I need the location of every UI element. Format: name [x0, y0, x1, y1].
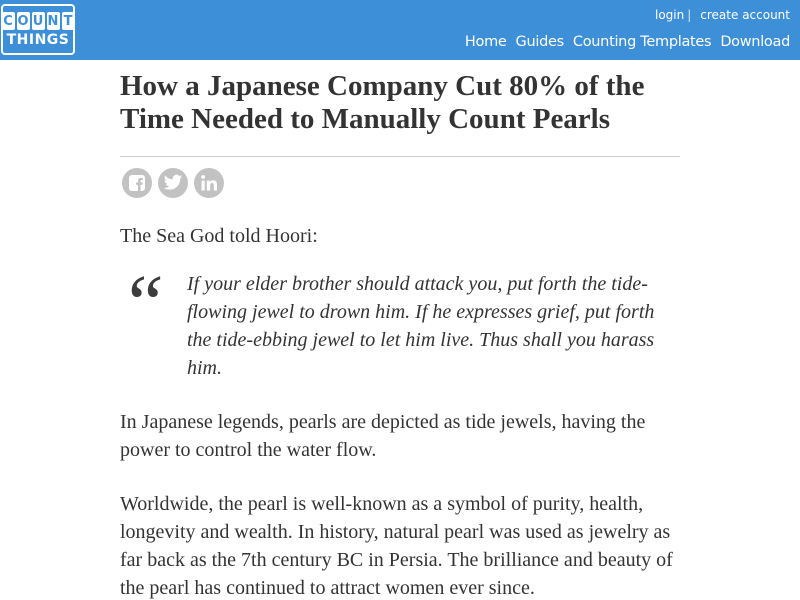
- logo-letter: C: [1, 12, 15, 30]
- nav-counting-templates[interactable]: Counting Templates: [573, 34, 712, 50]
- nav-home[interactable]: Home: [465, 34, 507, 50]
- main-nav: Home Guides Counting Templates Download: [465, 34, 790, 50]
- facebook-share-button[interactable]: [122, 168, 152, 198]
- logo-things-text: THINGS: [6, 32, 70, 48]
- account-links: login | create account: [655, 8, 790, 22]
- quote-mark-icon: “: [120, 260, 165, 348]
- logo-letter: U: [31, 12, 45, 30]
- twitter-icon: [163, 174, 183, 190]
- article-paragraph: In Japanese legends, pearls are depicted…: [120, 411, 646, 461]
- login-link[interactable]: login: [655, 8, 684, 22]
- linkedin-share-button[interactable]: [194, 168, 224, 198]
- site-header: C O U N T THINGS login | create account …: [0, 0, 800, 60]
- create-account-link[interactable]: create account: [700, 8, 790, 22]
- article: How a Japanese Company Cut 80% of the Ti…: [120, 70, 680, 600]
- twitter-share-button[interactable]: [158, 168, 188, 198]
- intro-paragraph: The Sea God told Hoori:: [120, 225, 318, 247]
- share-buttons: [122, 168, 680, 198]
- logo-letter: O: [16, 12, 30, 30]
- title-divider: [120, 156, 680, 157]
- article-title: How a Japanese Company Cut 80% of the Ti…: [120, 70, 645, 135]
- account-separator: |: [687, 8, 692, 22]
- nav-guides[interactable]: Guides: [516, 34, 565, 50]
- linkedin-icon: [201, 175, 217, 191]
- nav-download[interactable]: Download: [720, 34, 790, 50]
- logo-letter-boxes: C O U N T: [1, 12, 75, 30]
- article-paragraph: Worldwide, the pearl is well-known as a …: [120, 493, 673, 599]
- logo-letter: N: [46, 12, 60, 30]
- blockquote: “ If your elder brother should attack yo…: [120, 264, 680, 382]
- logo-letter: T: [61, 12, 75, 30]
- facebook-icon: [129, 175, 145, 191]
- countthings-logo[interactable]: C O U N T THINGS: [1, 4, 75, 55]
- quote-text: If your elder brother should attack you,…: [187, 273, 655, 379]
